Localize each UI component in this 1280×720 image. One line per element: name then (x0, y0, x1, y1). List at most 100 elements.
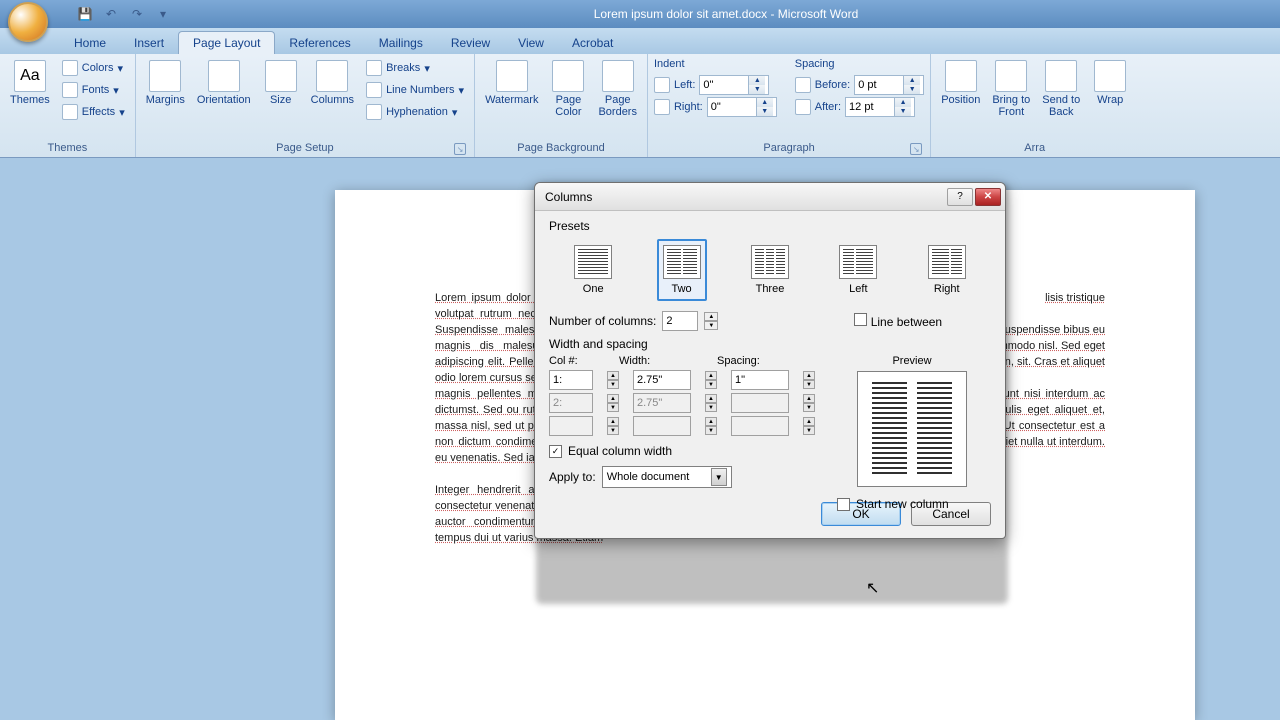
indent-label: Indent (654, 58, 777, 70)
apply-to-select[interactable]: Whole document ▼ (602, 466, 732, 488)
tab-insert[interactable]: Insert (120, 32, 178, 54)
margins-button[interactable]: Margins (142, 58, 189, 108)
page-setup-launcher[interactable]: ↘ (454, 143, 466, 155)
themes-button[interactable]: Aa Themes (6, 58, 54, 108)
caret-up-icon[interactable]: ▲ (704, 312, 718, 321)
tab-home[interactable]: Home (60, 32, 120, 54)
margins-icon (149, 60, 181, 92)
help-button[interactable]: ? (947, 188, 973, 206)
spacing-before-icon (795, 77, 811, 93)
wrap-icon (1094, 60, 1126, 92)
col-num-2 (549, 393, 593, 413)
preview-label: Preview (837, 355, 987, 367)
save-icon[interactable]: 💾 (76, 5, 94, 23)
columns-dialog: Columns ? ✕ Presets One Two Three Left R… (534, 182, 1006, 539)
caret-down-icon[interactable]: ▼ (749, 85, 765, 94)
preset-three[interactable]: Three (745, 239, 795, 301)
group-themes: Aa Themes Colors ▾ Fonts ▾ Effects ▾ The… (0, 54, 136, 157)
apply-to-label: Apply to: (549, 470, 596, 484)
columns-button[interactable]: Columns (307, 58, 358, 108)
width-2 (633, 393, 691, 413)
spacing-2 (731, 393, 789, 413)
orientation-button[interactable]: Orientation (193, 58, 255, 108)
breaks-icon (366, 60, 382, 76)
tab-page-layout[interactable]: Page Layout (178, 31, 275, 54)
office-button[interactable] (8, 2, 48, 42)
watermark-button[interactable]: Watermark (481, 58, 542, 108)
close-button[interactable]: ✕ (975, 188, 1001, 206)
caret-down-icon[interactable]: ▼ (895, 107, 911, 116)
tab-mailings[interactable]: Mailings (365, 32, 437, 54)
ribbon-tabs: Home Insert Page Layout References Maili… (0, 28, 1280, 54)
send-back-icon (1045, 60, 1077, 92)
redo-icon[interactable]: ↷ (128, 5, 146, 23)
presets-row: One Two Three Left Right (549, 239, 991, 301)
indent-left-input[interactable]: ▲▼ (699, 75, 769, 95)
indent-left-icon (654, 77, 670, 93)
spacing-1[interactable] (731, 370, 789, 390)
wrap-button[interactable]: Wrap (1088, 58, 1132, 108)
preset-one[interactable]: One (568, 239, 618, 301)
chevron-down-icon[interactable]: ▼ (711, 468, 727, 486)
fonts-button[interactable]: Fonts ▾ (58, 80, 129, 100)
fonts-icon (62, 82, 78, 98)
effects-button[interactable]: Effects ▾ (58, 102, 129, 122)
caret-down-icon[interactable]: ▼ (704, 321, 718, 330)
width-1[interactable] (633, 370, 691, 390)
tab-acrobat[interactable]: Acrobat (558, 32, 627, 54)
title-bar: 💾 ↶ ↷ ▾ Lorem ipsum dolor sit amet.docx … (0, 0, 1280, 28)
undo-icon[interactable]: ↶ (102, 5, 120, 23)
dialog-title-bar[interactable]: Columns ? ✕ (535, 183, 1005, 211)
indent-right-input[interactable]: ▲▼ (707, 97, 777, 117)
bring-front-icon (995, 60, 1027, 92)
caret-up-icon[interactable]: ▲ (757, 98, 773, 107)
qat-customize-icon[interactable]: ▾ (154, 5, 172, 23)
paragraph-launcher[interactable]: ↘ (910, 143, 922, 155)
columns-icon (316, 60, 348, 92)
start-new-col-checkbox[interactable] (837, 498, 850, 511)
page-borders-button[interactable]: Page Borders (594, 58, 641, 120)
hyphenation-icon (366, 104, 382, 120)
tab-review[interactable]: Review (437, 32, 504, 54)
preset-left[interactable]: Left (833, 239, 883, 301)
caret-up-icon[interactable]: ▲ (904, 76, 920, 85)
preset-two[interactable]: Two (657, 239, 707, 301)
hyphenation-button[interactable]: Hyphenation ▾ (362, 102, 468, 122)
group-paragraph: Indent Left:▲▼ Right:▲▼ Spacing Before:▲… (648, 54, 931, 157)
presets-label: Presets (549, 219, 991, 233)
line-numbers-button[interactable]: Line Numbers ▾ (362, 80, 468, 100)
quick-access-toolbar: 💾 ↶ ↷ ▾ (76, 5, 172, 23)
preset-right[interactable]: Right (922, 239, 972, 301)
tab-references[interactable]: References (275, 32, 364, 54)
caret-up-icon[interactable]: ▲ (749, 76, 765, 85)
window-title: Lorem ipsum dolor sit amet.docx - Micros… (172, 7, 1280, 21)
num-cols-label: Number of columns: (549, 314, 656, 328)
bring-to-front-button[interactable]: Bring to Front (988, 58, 1034, 120)
page-borders-icon (602, 60, 634, 92)
colors-button[interactable]: Colors ▾ (58, 58, 129, 78)
num-cols-input[interactable] (662, 311, 698, 331)
size-icon (265, 60, 297, 92)
position-icon (945, 60, 977, 92)
effects-icon (62, 104, 78, 120)
tab-view[interactable]: View (504, 32, 558, 54)
orientation-icon (208, 60, 240, 92)
send-to-back-button[interactable]: Send to Back (1038, 58, 1084, 120)
page-color-button[interactable]: Page Color (546, 58, 590, 120)
spacing-after-input[interactable]: ▲▼ (845, 97, 915, 117)
colors-icon (62, 60, 78, 76)
col-num-1[interactable] (549, 370, 593, 390)
group-page-setup: Margins Orientation Size Columns Breaks … (136, 54, 475, 157)
caret-down-icon[interactable]: ▼ (757, 107, 773, 116)
equal-width-checkbox[interactable]: ✓ (549, 445, 562, 458)
caret-down-icon[interactable]: ▼ (904, 85, 920, 94)
breaks-button[interactable]: Breaks ▾ (362, 58, 468, 78)
spacing-before-input[interactable]: ▲▼ (854, 75, 924, 95)
size-button[interactable]: Size (259, 58, 303, 108)
indent-right-icon (654, 99, 670, 115)
spacing-after-icon (795, 99, 811, 115)
caret-up-icon[interactable]: ▲ (895, 98, 911, 107)
position-button[interactable]: Position (937, 58, 984, 108)
preview-box (857, 371, 967, 487)
line-between-checkbox[interactable] (854, 313, 867, 326)
